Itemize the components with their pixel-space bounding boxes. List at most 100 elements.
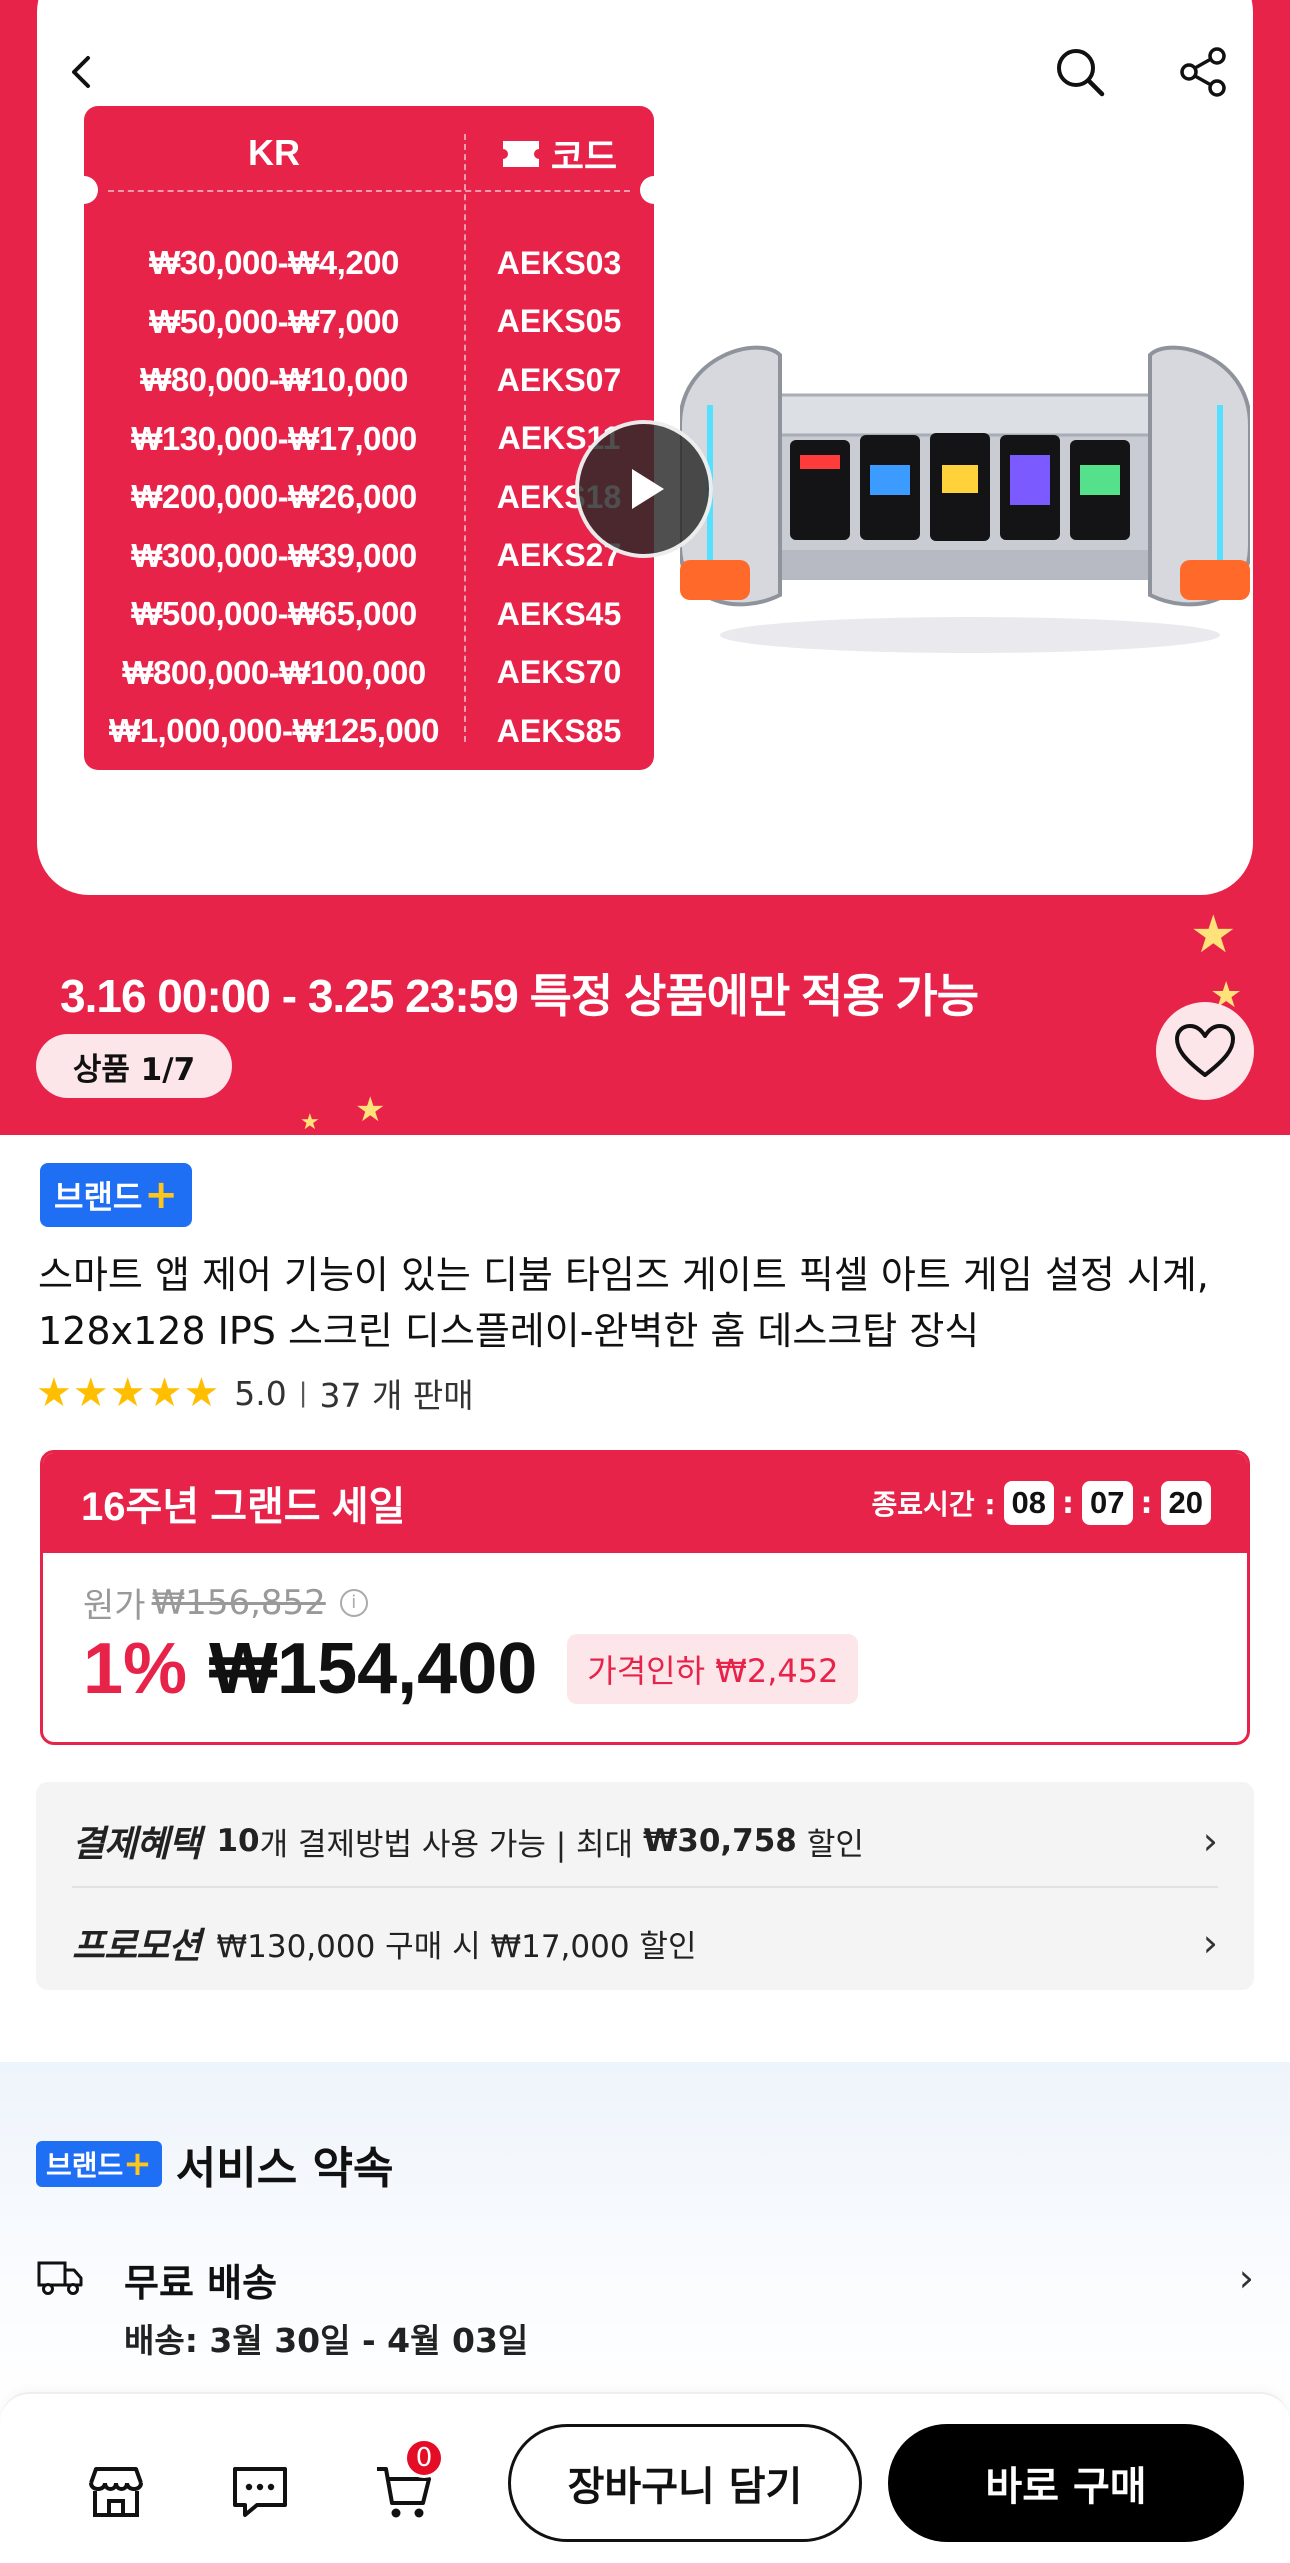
store-button[interactable] [78, 2454, 154, 2530]
back-button[interactable] [50, 40, 114, 104]
coupon-code: AEKS45 [496, 595, 622, 632]
video-play-button[interactable] [575, 420, 713, 558]
divider [72, 1886, 1218, 1888]
timer-minutes: 07 [1082, 1481, 1133, 1525]
coupon-row: ₩30,000-₩4,200 AEKS03 [84, 234, 654, 292]
brand-plus-badge: 브랜드 + [36, 2141, 162, 2187]
discount-percent: 1% [83, 1629, 188, 1709]
price-drop-badge: 가격인하 ₩2,452 [567, 1634, 859, 1704]
coupon-row: ₩500,000-₩65,000 AEKS45 [84, 585, 654, 643]
chat-icon [233, 2467, 287, 2517]
timer-hours: 08 [1003, 1481, 1055, 1525]
heart-icon [1175, 1024, 1235, 1077]
sold-count: 37 개 판매 [319, 1376, 474, 1415]
plus-icon: + [123, 2144, 152, 2184]
coupon-threshold: ₩80,000-₩10,000 [140, 361, 408, 398]
service-header: 브랜드 + 서비스 약속 [36, 2132, 394, 2196]
coupon-threshold: ₩300,000-₩39,000 [131, 536, 417, 574]
bottom-action-bar: 0 장바구니 담기 바로 구매 [0, 2392, 1290, 2563]
promotion-label: 프로모션 [72, 1926, 201, 1967]
chevron-right-icon: › [1202, 1921, 1218, 1965]
product-photo [680, 345, 1250, 653]
sparkle-star-icon: ★ [1190, 905, 1237, 965]
sparkle-star-icon: ★ [300, 1110, 320, 1135]
coupon-code: AEKS07 [496, 361, 622, 398]
search-button[interactable] [1048, 40, 1112, 104]
rating-separator: | [298, 1378, 308, 1408]
original-price: 원가 ₩156,852 i [83, 1578, 368, 1627]
shipping-title: 무료 배송 [124, 2261, 278, 2305]
search-icon [1057, 49, 1105, 97]
original-price-label: 원가 [83, 1586, 146, 1626]
payment-max-discount: ₩30,758 [643, 1823, 797, 1859]
product-title: 스마트 앱 제어 기능이 있는 디붐 타임즈 게이트 픽셀 아트 게임 설정 시… [38, 1253, 1209, 1353]
coupon-row: ₩800,000-₩100,000 AEKS70 [84, 644, 654, 702]
coupon-table: KR 코드 ₩30,000-₩4,200 AEKS03 ₩50,000-₩7,000… [70, 106, 668, 770]
product-rating[interactable]: ★★★★★ 5.0 | 37 개 판매 [36, 1370, 474, 1416]
coupon-threshold: ₩500,000-₩65,000 [131, 595, 417, 632]
wishlist-button[interactable] [1156, 1002, 1254, 1100]
timer-seconds: 20 [1160, 1481, 1211, 1525]
coupon-row: ₩130,000-₩17,000 AEKS11 [84, 410, 654, 468]
coupon-row: ₩80,000-₩10,000 AEKS07 [84, 351, 654, 409]
payment-benefit-suffix: 할인 [806, 1826, 864, 1863]
sale-banner: 16주년 그랜드 세일 종료시간 : 08 : 07 : 20 [43, 1453, 1247, 1553]
brand-badge-label: 브랜드 [46, 2149, 124, 2182]
share-button[interactable] [1172, 40, 1236, 104]
coupon-threshold: ₩50,000-₩7,000 [149, 302, 399, 340]
coupon-divider [108, 190, 630, 192]
shipping-date: 배송: 3월 30일 - 4월 03일 [124, 2321, 529, 2360]
cart-count-badge: 0 [404, 2438, 444, 2478]
rating-stars-icon: ★★★★★ [36, 1370, 221, 1416]
chat-button[interactable] [222, 2454, 298, 2530]
image-counter: 상품 1/7 [36, 1034, 232, 1098]
coupon-threshold: ₩130,000-₩17,000 [131, 419, 417, 457]
coupon-threshold: ₩1,000,000-₩125,000 [109, 712, 439, 749]
delivery-truck-icon [37, 2261, 83, 2295]
benefits-panel: 결제혜택 10 개 결제방법 사용 가능 | 최대 ₩30,758 할인 › 프… [36, 1782, 1254, 1990]
chevron-right-icon: › [1202, 1819, 1218, 1863]
coupon-threshold: ₩30,000-₩4,200 [149, 244, 399, 281]
timer-colon: : [1062, 1485, 1075, 1521]
chevron-right-icon: › [1238, 2256, 1254, 2300]
sparkle-star-icon: ★ [355, 1090, 386, 1130]
ticket-icon [502, 141, 539, 167]
timer-colon: : [1140, 1485, 1153, 1521]
brand-badge-label: 브랜드 [54, 1178, 143, 1216]
coupon-threshold: ₩200,000-₩26,000 [131, 478, 417, 515]
add-to-cart-button[interactable]: 장바구니 담기 [508, 2424, 862, 2542]
scrollbar[interactable] [1271, 0, 1278, 175]
original-price-value: ₩156,852 [151, 1582, 326, 1623]
store-icon [89, 2467, 143, 2517]
cart-button[interactable]: 0 [366, 2438, 444, 2530]
buy-now-button[interactable]: 바로 구매 [888, 2424, 1244, 2542]
coupon-header-code: 코드 [464, 128, 654, 180]
timer-label: 종료시간 : [871, 1488, 996, 1521]
payment-benefit-label: 결제혜택 [72, 1824, 201, 1865]
sale-title: 16주년 그랜드 세일 [81, 1485, 406, 1529]
coupon-threshold: ₩800,000-₩100,000 [122, 653, 426, 691]
payment-benefit-text: 개 결제방법 사용 가능 | 최대 [259, 1826, 634, 1863]
plus-icon: + [144, 1172, 178, 1218]
service-title: 서비스 약속 [175, 2143, 394, 2194]
coupon-row: ₩200,000-₩26,000 AEKS18 [84, 468, 654, 526]
promo-period-text: 3.16 00:00 - 3.25 23:59 특정 상품에만 적용 가능 [60, 970, 979, 1022]
coupon-row: ₩300,000-₩39,000 AEKS27 [84, 527, 654, 585]
coupon-code: AEKS70 [496, 654, 622, 690]
coupon-code: AEKS03 [496, 244, 622, 281]
coupon-header-region: KR [248, 132, 300, 173]
current-price: ₩154,400 [209, 1629, 538, 1709]
info-icon[interactable]: i [339, 1588, 368, 1617]
payment-benefit-row[interactable]: 결제혜택 10 개 결제방법 사용 가능 | 최대 ₩30,758 할인 › [72, 1796, 1218, 1886]
sale-price-panel: 16주년 그랜드 세일 종료시간 : 08 : 07 : 20 원가 ₩156,… [40, 1450, 1250, 1745]
coupon-notch [70, 176, 98, 204]
coupon-row: ₩50,000-₩7,000 AEKS05 [84, 293, 654, 351]
current-price-row: 1% ₩154,400 가격인하 ₩2,452 [83, 1628, 859, 1710]
brand-plus-badge: 브랜드 + [40, 1163, 192, 1227]
coupon-code: AEKS05 [496, 303, 622, 339]
promotion-row[interactable]: 프로모션 ₩130,000 구매 시 ₩17,000 할인 › [72, 1898, 1218, 1988]
share-icon [1180, 47, 1226, 97]
payment-method-count: 10 [216, 1823, 260, 1859]
rating-value: 5.0 [234, 1373, 287, 1413]
product-image-gallery[interactable]: KR 코드 ₩30,000-₩4,200 AEKS03 ₩50,000-₩7,000… [0, 0, 1290, 1135]
